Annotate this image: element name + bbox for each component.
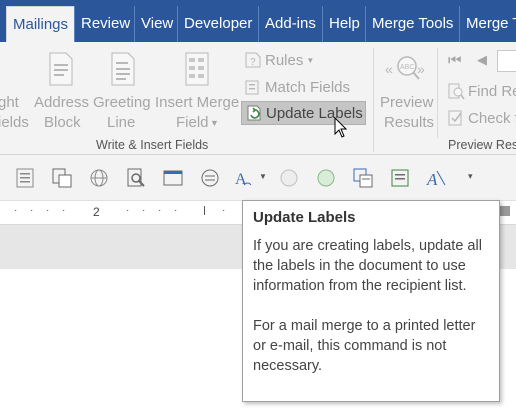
ruler-tick: ·: [46, 205, 50, 216]
tooltip-paragraph-1: If you are creating labels, update all t…: [253, 238, 482, 294]
chevron-down-icon: ▼: [306, 55, 315, 65]
update-labels-tooltip: Update Labels If you are creating labels…: [242, 200, 500, 402]
tooltip-title: Update Labels: [253, 209, 356, 226]
ruler-tick: ·: [158, 205, 162, 216]
tooltip-paragraph-2: For a mail merge to a printed letter or …: [253, 318, 476, 374]
update-labels-label: Update Labels: [266, 104, 363, 122]
preview-results-icon: « ABC »: [385, 56, 425, 80]
first-record-icon[interactable]: ⏮: [448, 52, 462, 69]
merge-to-document-icon[interactable]: [352, 167, 374, 189]
check-for-errors-icon: [448, 110, 462, 126]
preview-results-label-2: Results: [384, 114, 435, 131]
ruler-tick: ·: [62, 205, 66, 216]
ruler-tick: ·: [30, 205, 34, 216]
check-for-errors-button[interactable]: Check f: [447, 106, 516, 130]
group-separator: [373, 48, 374, 152]
greeting-line-label-1: Greeting: [93, 94, 151, 111]
ruler-marker[interactable]: [500, 206, 510, 216]
tab-add-ins[interactable]: Add-ins: [258, 6, 316, 42]
tab-merge-tools[interactable]: Merge Tools: [365, 6, 453, 42]
list-icon[interactable]: [14, 167, 36, 189]
check-for-errors-label: Check f: [468, 109, 516, 127]
text-style-icon[interactable]: A: [232, 167, 254, 189]
ruler-tick: [204, 206, 205, 215]
form-field-icon[interactable]: [389, 167, 411, 189]
ribbon-tab-bar: Mailings Review View Developer Add-ins H…: [0, 0, 516, 42]
tab-review[interactable]: Review: [74, 6, 130, 42]
partial-button-label-bottom: ields: [0, 114, 29, 131]
chevron-down-icon: ▼: [210, 118, 219, 128]
match-fields-icon: [245, 80, 259, 95]
address-block-label-1: Address: [34, 94, 90, 111]
match-fields-button[interactable]: Match Fields: [244, 75, 350, 99]
toggle-field-codes-icon[interactable]: [199, 167, 221, 189]
window-icon[interactable]: [162, 167, 184, 189]
svg-text:A: A: [426, 170, 438, 189]
svg-text:A: A: [235, 171, 247, 188]
group-separator: [437, 48, 438, 138]
insert-merge-field-label-1: Insert Merge: [155, 94, 240, 111]
greeting-line-label-2: Line: [107, 114, 136, 131]
svg-text:«: «: [385, 61, 393, 77]
ruler-tick: ·: [142, 205, 146, 216]
ruler-number: 2: [93, 205, 100, 219]
match-fields-label: Match Fields: [265, 78, 351, 96]
find-recipient-button[interactable]: Find Re: [447, 79, 516, 103]
chevron-down-icon[interactable]: ▼: [259, 172, 267, 181]
merge-document-icon[interactable]: [51, 167, 73, 189]
insert-merge-field-label-2: Field: [176, 114, 209, 131]
update-labels-icon: [247, 105, 261, 121]
svg-text:ABC: ABC: [400, 64, 414, 71]
record-number-input[interactable]: [497, 50, 516, 72]
customize-toolbar-icon[interactable]: ▾: [468, 171, 473, 182]
document-search-icon[interactable]: [125, 167, 147, 189]
preview-results-label-1: Preview: [380, 94, 434, 111]
quick-toolbar: A ▼ A ▾: [0, 155, 516, 201]
group-label-write-insert: Write & Insert Fields: [96, 138, 209, 152]
tab-merge-tools-2[interactable]: Merge T: [459, 6, 516, 42]
link-icon[interactable]: [88, 167, 110, 189]
svg-text:?: ?: [250, 57, 256, 68]
find-recipient-label: Find Re: [468, 82, 516, 100]
address-block-label-2: Block: [44, 114, 81, 131]
tab-mailings[interactable]: Mailings: [6, 6, 76, 42]
previous-record-icon[interactable]: ◀: [477, 52, 487, 68]
rules-label: Rules: [265, 51, 304, 69]
ruler-tick: ·: [126, 205, 130, 216]
greeting-line-icon: [111, 52, 135, 86]
tab-help[interactable]: Help: [322, 6, 360, 42]
ribbon: ght ields Address Block Greeting Line In…: [0, 42, 516, 155]
tab-developer[interactable]: Developer: [177, 6, 252, 42]
tooltip-body: If you are creating labels, update all t…: [253, 236, 489, 376]
partial-button-label-top: ght: [0, 94, 19, 111]
ruler-tick: ·: [174, 205, 178, 216]
circle-green-icon[interactable]: [315, 167, 337, 189]
find-recipient-icon: [448, 83, 465, 100]
group-label-preview-results: Preview Res: [448, 138, 516, 152]
mouse-cursor-icon: [334, 117, 348, 138]
ruler-tick: ·: [222, 205, 226, 216]
rules-button[interactable]: ? Rules ▼: [244, 48, 314, 72]
address-block-icon: [49, 52, 73, 86]
insert-merge-field-icon: [185, 52, 209, 86]
ruler-tick: ·: [14, 205, 18, 216]
text-effects-icon[interactable]: A: [425, 167, 447, 189]
svg-text:»: »: [417, 61, 425, 77]
circle-gray-icon[interactable]: [278, 167, 300, 189]
tab-view[interactable]: View: [134, 6, 173, 42]
rules-icon: ?: [245, 52, 261, 68]
